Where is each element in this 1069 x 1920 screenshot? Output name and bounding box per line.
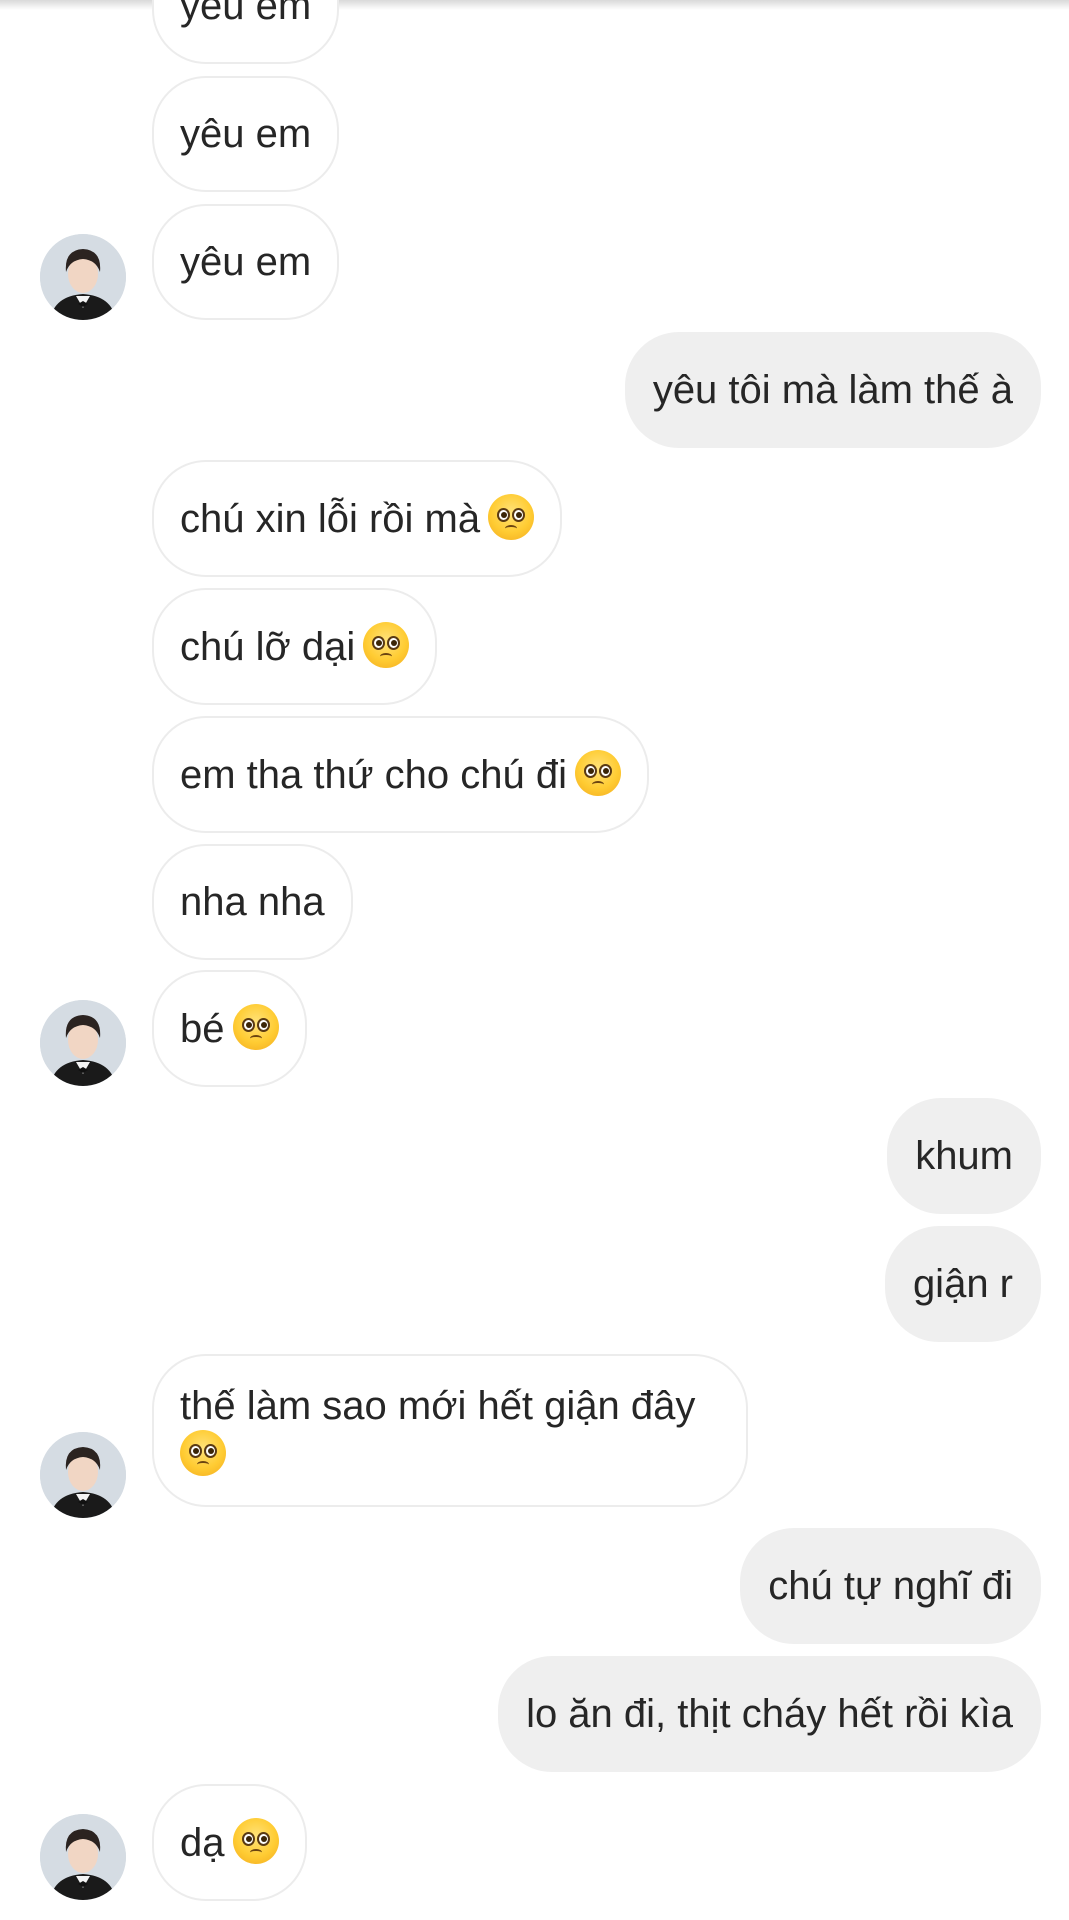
message-bubble-incoming[interactable]: yêu em xyxy=(152,204,340,320)
message-bubble-incoming[interactable]: chú xin lỗi rồi mà xyxy=(152,460,563,577)
message-text: yêu em xyxy=(180,0,312,28)
pleading-face-emoji xyxy=(488,494,535,540)
message-bubble-incoming[interactable]: dạ xyxy=(152,1784,307,1901)
pleading-face-emoji xyxy=(232,1004,279,1050)
message-bubble-outgoing[interactable]: yêu tôi mà làm thế à xyxy=(624,332,1041,448)
message-bubble-incoming[interactable]: bé xyxy=(152,970,307,1087)
message-text: chú lỡ dại xyxy=(180,625,356,669)
message-text: yêu tôi mà làm thế à xyxy=(652,368,1013,412)
message-text: nha nha xyxy=(180,880,325,924)
pleading-face-emoji xyxy=(575,750,621,796)
message-text: bé xyxy=(180,1007,225,1051)
message-text: em tha thứ cho chú đi xyxy=(180,753,567,797)
message-text: khum xyxy=(915,1134,1013,1178)
message-bubble-incoming[interactable]: chú lỡ dại xyxy=(152,588,438,705)
message-text: chú tự nghĩ đi xyxy=(768,1564,1013,1608)
message-bubble-outgoing[interactable]: khum xyxy=(887,1098,1041,1214)
message-bubble-outgoing[interactable]: chú tự nghĩ đi xyxy=(740,1528,1041,1644)
contact-avatar[interactable] xyxy=(40,1814,126,1900)
message-bubble-outgoing[interactable]: lo ăn đi, thịt cháy hết rồi kìa xyxy=(498,1656,1041,1772)
contact-avatar[interactable] xyxy=(40,1432,126,1518)
pleading-face-emoji xyxy=(363,622,410,668)
message-bubble-incoming[interactable]: thế làm sao mới hết giận đây xyxy=(152,1354,748,1507)
message-text: yêu em xyxy=(180,112,312,156)
pleading-face-emoji xyxy=(232,1818,279,1864)
message-text: thế làm sao mới hết giận đây xyxy=(180,1384,696,1428)
message-text: giận r xyxy=(912,1262,1013,1306)
message-text: lo ăn đi, thịt cháy hết rồi kìa xyxy=(526,1692,1013,1736)
message-text: yêu em xyxy=(180,240,312,284)
pleading-face-emoji xyxy=(180,1430,226,1476)
contact-avatar[interactable] xyxy=(40,234,126,320)
message-bubble-incoming[interactable]: em tha thứ cho chú đi xyxy=(152,716,649,833)
message-bubble-incoming[interactable]: yêu em xyxy=(152,0,340,64)
message-text: dạ xyxy=(180,1821,225,1865)
message-bubble-outgoing[interactable]: giận r xyxy=(884,1226,1041,1342)
message-text: chú xin lỗi rồi mà xyxy=(180,497,481,541)
message-bubble-incoming[interactable]: yêu em xyxy=(152,76,340,192)
contact-avatar[interactable] xyxy=(40,1000,126,1086)
message-bubble-incoming[interactable]: nha nha xyxy=(152,844,353,960)
